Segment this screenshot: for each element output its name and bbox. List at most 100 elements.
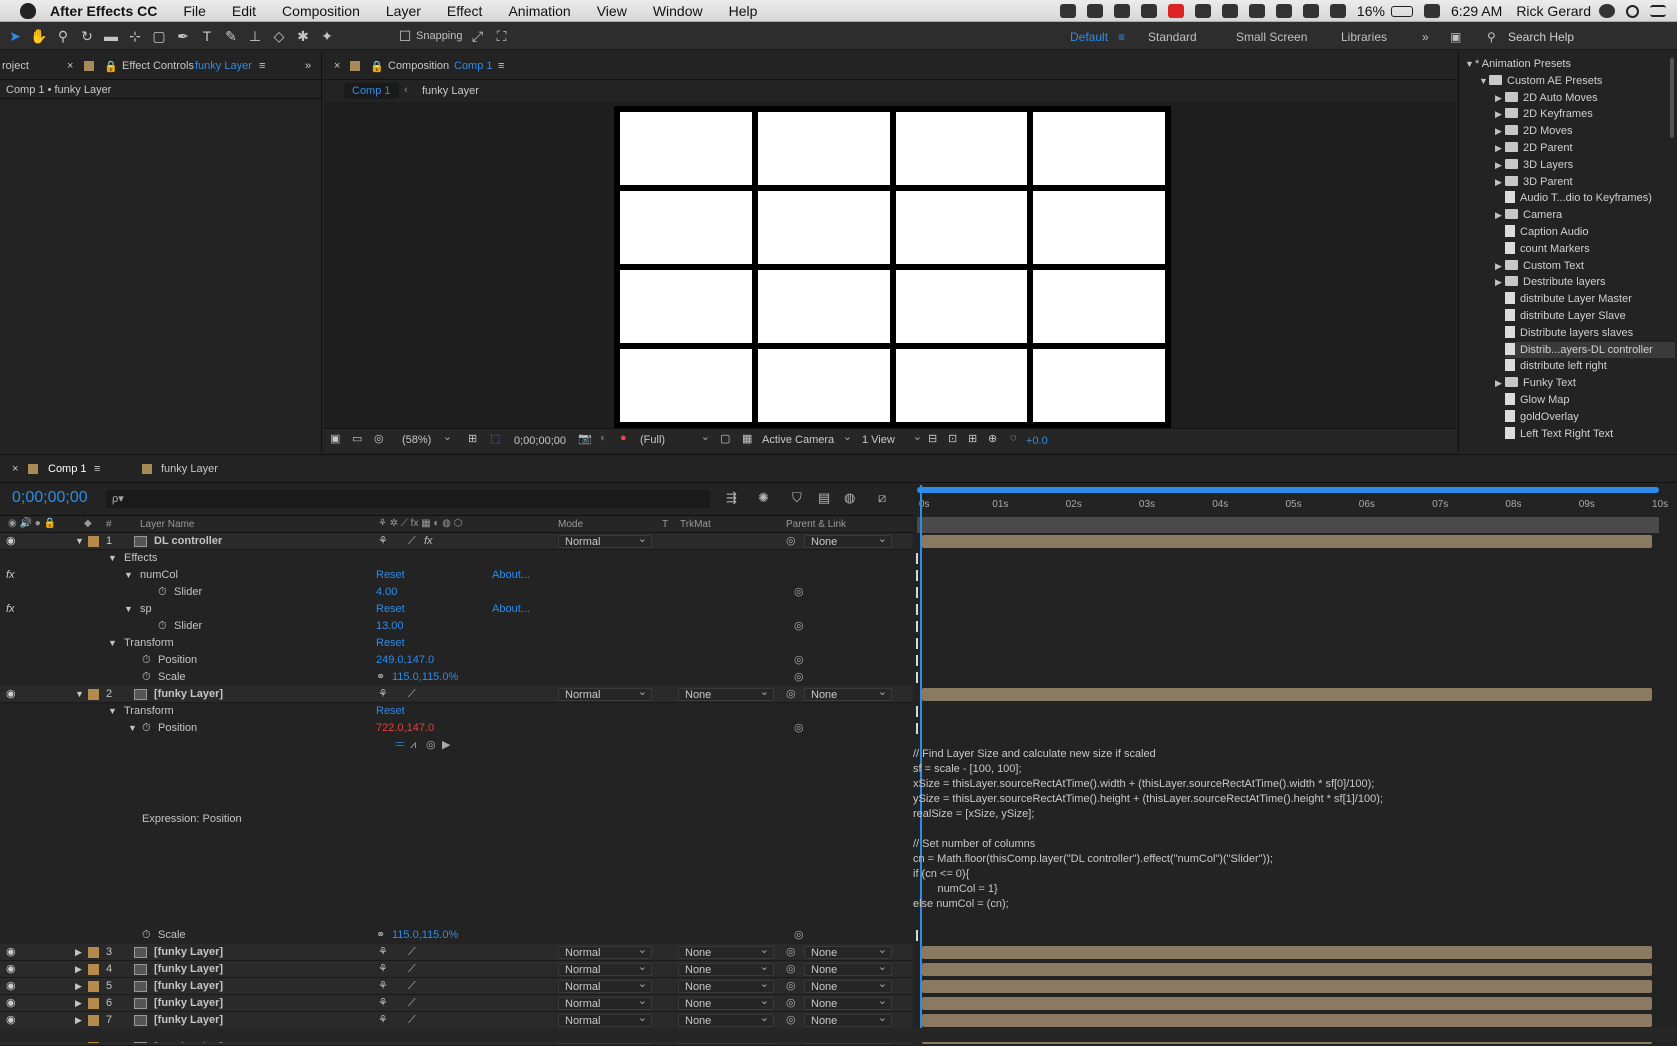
pen-tool-icon[interactable]: ✒: [174, 28, 192, 44]
parent-select[interactable]: None: [804, 995, 892, 1010]
pan-behind-tool-icon[interactable]: ⊹: [126, 28, 144, 44]
snapping-checkbox[interactable]: ☐: [396, 28, 414, 44]
keyframe-marker[interactable]: [916, 570, 918, 581]
close-tab-icon[interactable]: ×: [334, 60, 340, 72]
mask-visibility-icon[interactable]: ⬚: [490, 432, 500, 445]
channels-icon[interactable]: ●: [620, 432, 627, 444]
app-menu[interactable]: After Effects CC: [50, 3, 157, 19]
layer-twirl-icon[interactable]: ▶: [75, 961, 82, 978]
preset-folder[interactable]: ▶ 3D Parent: [1495, 174, 1573, 190]
twirl-icon[interactable]: ▼: [108, 635, 117, 652]
preset-item[interactable]: Left Text Right Text: [1505, 426, 1613, 442]
resolution-select[interactable]: (Full): [634, 431, 714, 447]
parent-select[interactable]: None: [804, 1012, 892, 1027]
preset-folder[interactable]: ▼ Custom AE Presets: [1479, 73, 1602, 89]
adobe-icon[interactable]: [1167, 4, 1184, 18]
stopwatch-icon[interactable]: ⏱: [142, 927, 151, 944]
layer-label-color[interactable]: [88, 536, 99, 547]
layer-label-color[interactable]: [88, 1015, 99, 1026]
expression-enable-icon[interactable]: ＝: [394, 737, 405, 754]
reset-link[interactable]: Reset: [376, 703, 405, 720]
label-column-icon[interactable]: ◆: [84, 518, 92, 529]
user-name[interactable]: Rick Gerard: [1516, 3, 1591, 19]
layer-twirl-icon[interactable]: ▶: [75, 995, 82, 1012]
layer-name[interactable]: [funky Layer]: [154, 995, 223, 1012]
mode-select[interactable]: Normal: [558, 995, 652, 1010]
trkmat-select[interactable]: None: [678, 686, 774, 701]
frame-blending-icon[interactable]: ▤: [818, 490, 830, 506]
layer-row[interactable]: ◉ ▶ 3 [funky Layer] ⚘ ⟋ Normal None ◎ None: [0, 944, 913, 961]
nav-layer[interactable]: funky Layer: [422, 85, 479, 97]
layer-label-color[interactable]: [88, 947, 99, 958]
snap-options-icon[interactable]: ⤢: [469, 28, 487, 44]
layer-row[interactable]: ◉ ▼ 2 [funky Layer] ⚘ ⟋ Normal None ◎ None: [0, 686, 913, 703]
draft-3d-icon[interactable]: ✺: [758, 490, 769, 506]
preset-folder[interactable]: ▶ 3D Layers: [1495, 157, 1573, 173]
app-tray-icon[interactable]: [1140, 4, 1157, 18]
preset-item[interactable]: goldOverlay: [1505, 409, 1579, 425]
toggle-pixel-aspect-icon[interactable]: ⊟: [928, 432, 937, 445]
stopwatch-icon[interactable]: ⏱: [158, 584, 167, 601]
menu-edit[interactable]: Edit: [232, 3, 256, 19]
mode-select[interactable]: Normal: [558, 944, 652, 959]
close-tab-icon[interactable]: ×: [12, 463, 18, 475]
tray-icon[interactable]: [1194, 4, 1211, 18]
snap-grid-icon[interactable]: ⛶: [493, 28, 511, 44]
search-help-input[interactable]: Search Help: [1508, 30, 1574, 44]
preset-item[interactable]: distribute Layer Master: [1505, 291, 1632, 307]
pick-whip-icon[interactable]: ◎: [794, 584, 804, 601]
timeline-icon[interactable]: ⊞: [968, 432, 977, 445]
property-value[interactable]: 722.0,147.0: [376, 720, 434, 737]
comp-canvas[interactable]: [614, 106, 1171, 428]
transparency-grid-icon[interactable]: ▦: [742, 432, 752, 445]
quality-switch-icon[interactable]: ⟋: [408, 978, 416, 995]
pick-whip-icon[interactable]: ◎: [786, 961, 796, 978]
pick-whip-icon[interactable]: ◎: [786, 944, 796, 961]
parent-select[interactable]: None: [804, 533, 892, 548]
column-layer-name[interactable]: Layer Name: [140, 519, 194, 530]
airplay-icon[interactable]: [1275, 4, 1292, 18]
calendar-icon[interactable]: [1423, 4, 1440, 18]
layer-twirl-icon[interactable]: ▶: [75, 1012, 82, 1029]
more-workspaces-icon[interactable]: »: [1422, 30, 1429, 44]
expression-language-menu-icon[interactable]: ▶: [442, 737, 450, 754]
preset-folder[interactable]: ▶ 2D Parent: [1495, 140, 1573, 156]
pick-whip-icon[interactable]: ◎: [794, 720, 804, 737]
layer-twirl-icon[interactable]: ▼: [75, 686, 84, 703]
twirl-icon[interactable]: ▼: [108, 550, 117, 567]
menu-composition[interactable]: Composition: [282, 3, 360, 19]
eye-icon[interactable]: ◉: [6, 1012, 16, 1029]
menu-window[interactable]: Window: [653, 3, 703, 19]
keyframe-marker[interactable]: [916, 655, 918, 666]
tab-funky-layer[interactable]: funky Layer: [161, 463, 218, 475]
region-of-interest-icon[interactable]: ▢: [720, 432, 730, 445]
wifi-icon[interactable]: [1329, 4, 1346, 18]
vr-icon[interactable]: ◎: [374, 432, 384, 445]
panel-menu-icon[interactable]: ≡: [259, 60, 265, 72]
layer-search-input[interactable]: ρ▾: [106, 490, 710, 508]
flowchart-icon[interactable]: ⊕: [988, 432, 997, 445]
preset-item[interactable]: distribute Layer Slave: [1505, 308, 1626, 324]
notification-center-icon[interactable]: [1650, 5, 1666, 17]
magnification-select[interactable]: (58%): [396, 431, 456, 447]
mode-select[interactable]: Normal: [558, 533, 652, 548]
eraser-tool-icon[interactable]: ◇: [270, 28, 288, 44]
pick-whip-icon[interactable]: ◎: [794, 927, 804, 944]
stopwatch-icon[interactable]: ⏱: [158, 618, 167, 635]
layer-twirl-icon[interactable]: ▼: [75, 533, 84, 550]
layer-name[interactable]: [funky Layer]: [154, 978, 223, 995]
preset-folder[interactable]: ▶ Destribute layers: [1495, 274, 1606, 290]
twirl-icon[interactable]: ▼: [128, 720, 137, 737]
shy-switch-icon[interactable]: ⚘: [378, 1012, 388, 1029]
camera-tool-icon[interactable]: ▬: [102, 28, 120, 44]
keyframe-marker[interactable]: [916, 638, 918, 649]
comp-mini-flowchart-icon[interactable]: ⇶: [726, 490, 737, 506]
bluetooth-icon[interactable]: [1302, 4, 1319, 18]
workspace-libraries[interactable]: Libraries: [1341, 30, 1387, 44]
eye-icon[interactable]: ◉: [6, 686, 16, 703]
battery-icon[interactable]: [1390, 5, 1413, 17]
layer-duration-bar[interactable]: [922, 1014, 1652, 1027]
preset-item[interactable]: distribute left right: [1505, 358, 1607, 374]
layer-twirl-icon[interactable]: ▶: [75, 944, 82, 961]
layer-duration-bar[interactable]: [922, 980, 1652, 993]
